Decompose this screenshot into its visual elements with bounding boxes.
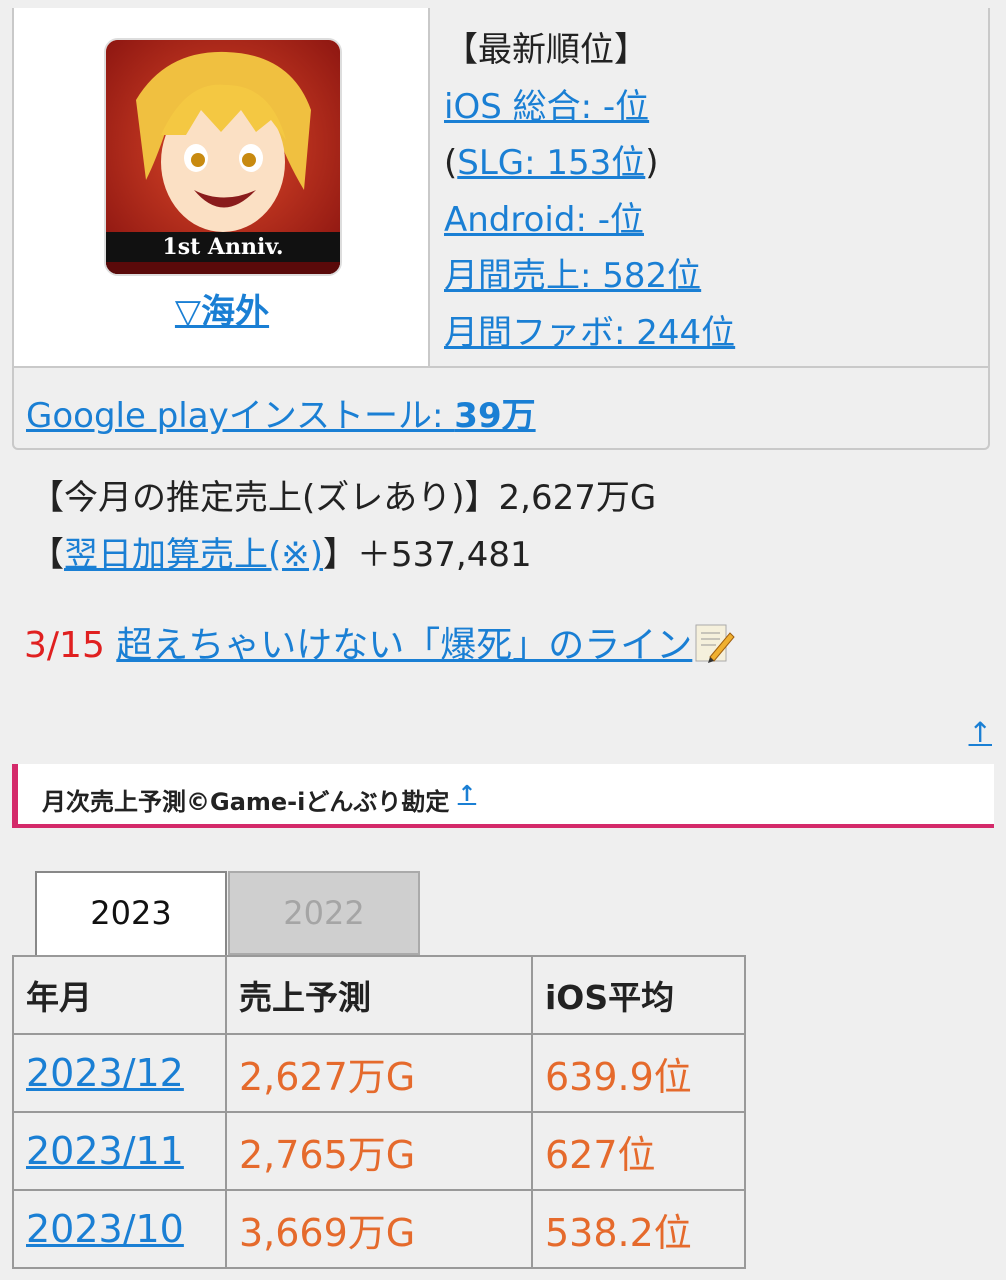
next-day-sales-line: 【翌日加算売上(※)】＋537,481	[30, 527, 532, 576]
news-title: 超えちゃいけない「爆死」のライン	[116, 625, 693, 666]
bracket-open: 【	[30, 535, 64, 575]
anniversary-badge: 1st Anniv.	[162, 234, 284, 260]
tab-2022[interactable]: 2022	[228, 871, 420, 955]
table-row: 2023/11 2,765万G 627位	[12, 1111, 746, 1191]
monthly-sales-table: 年月 売上予測 iOS平均 2023/12 2,627万G 639.9位 202…	[12, 955, 746, 1269]
scroll-top-link[interactable]: ↑	[969, 716, 992, 749]
memo-pencil-icon	[692, 621, 736, 674]
news-date: 3/15	[24, 625, 105, 666]
monthly-estimate: 【今月の推定売上(ズレあり)】2,627万G	[30, 478, 657, 518]
slg-rank-link[interactable]: SLG: 153位	[457, 143, 645, 183]
section-top-link[interactable]: ↑	[458, 782, 476, 807]
sales-forecast-value: 2,765万G	[225, 1111, 533, 1191]
game-info-box: 1st Anniv. ▽海外 【最新順位】 iOS 総合: -位 (SLG: 1…	[12, 8, 990, 450]
install-row: Google playインストール: 39万	[14, 366, 988, 448]
section-header: 月次売上予測©Game-iどんぶり勘定 ↑	[12, 764, 994, 828]
character-app-icon[interactable]: 1st Anniv.	[104, 38, 342, 276]
paren-open: (	[444, 143, 458, 183]
overseas-link[interactable]: ▽海外	[14, 284, 430, 333]
tab-2023[interactable]: 2023	[35, 871, 227, 955]
next-day-sales-link[interactable]: 翌日加算売上(※)	[64, 535, 323, 575]
sales-forecast-value: 2,627万G	[225, 1033, 533, 1113]
ios-overall-rank-link[interactable]: iOS 総合: -位	[444, 87, 649, 127]
next-day-sales-value: 】＋537,481	[323, 535, 532, 575]
section-title: 月次売上予測©Game-iどんぶり勘定	[42, 788, 450, 816]
paren-close: )	[645, 143, 659, 183]
month-link[interactable]: 2023/11	[26, 1129, 184, 1173]
month-link[interactable]: 2023/10	[26, 1207, 184, 1251]
ios-average-value: 639.9位	[531, 1033, 746, 1113]
install-label: Google playインストール:	[26, 396, 455, 436]
header-year-month: 年月	[12, 955, 227, 1035]
news-link[interactable]: 超えちゃいけない「爆死」のライン	[116, 624, 736, 666]
ranking-heading: 【最新順位】	[444, 30, 648, 70]
android-rank-link[interactable]: Android: -位	[444, 200, 644, 240]
header-ios-average: iOS平均	[531, 955, 746, 1035]
table-header-row: 年月 売上予測 iOS平均	[12, 955, 746, 1035]
icon-cell: 1st Anniv. ▽海外	[14, 8, 430, 366]
ios-average-value: 627位	[531, 1111, 746, 1191]
monthly-sales-rank-link[interactable]: 月間売上: 582位	[444, 256, 701, 296]
ios-average-value: 538.2位	[531, 1189, 746, 1269]
ranking-cell: 【最新順位】 iOS 総合: -位 (SLG: 153位) Android: -…	[430, 8, 988, 366]
monthly-fav-rank-link[interactable]: 月間ファボ: 244位	[444, 313, 735, 353]
table-row: 2023/12 2,627万G 639.9位	[12, 1033, 746, 1113]
header-sales-forecast: 売上予測	[225, 955, 533, 1035]
month-link[interactable]: 2023/12	[26, 1051, 184, 1095]
install-value: 39万	[454, 396, 536, 436]
sales-forecast-value: 3,669万G	[225, 1189, 533, 1269]
table-row: 2023/10 3,669万G 538.2位	[12, 1189, 746, 1269]
news-item: 3/15 超えちゃいけない「爆死」のライン	[24, 616, 736, 674]
google-play-install-link[interactable]: Google playインストール: 39万	[26, 396, 536, 436]
